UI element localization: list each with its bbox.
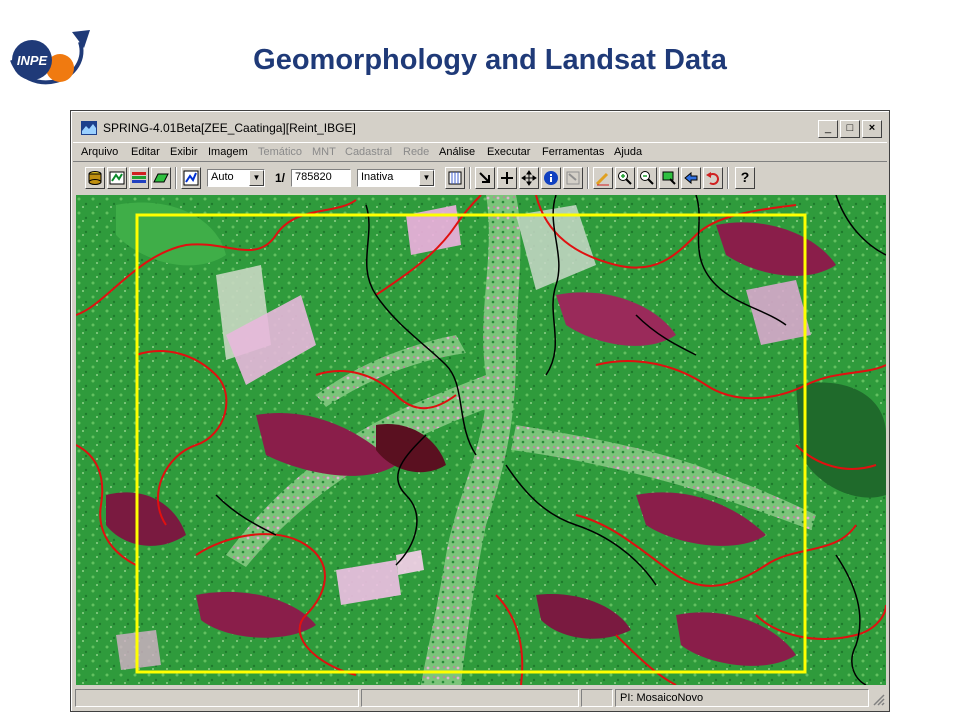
zoom-out-button[interactable] [637,167,657,189]
resize-grip-icon[interactable] [871,691,885,707]
logo-text: INPE [17,53,48,68]
info-icon [544,171,558,185]
crosshair-button[interactable] [497,167,517,189]
cursor-mode-value: Inativa [361,171,394,183]
toolbar-separator [175,167,177,189]
layers-icon [132,172,146,183]
grid-button[interactable] [445,167,465,189]
zoom-out-icon [640,171,654,185]
help-button[interactable]: ? [735,167,755,189]
toolbar: Auto ▼ 1/ 785820 Inativa ▼ ? [73,164,887,194]
crosshair-icon [501,172,513,184]
zoom-in-button[interactable] [615,167,635,189]
status-cell-3 [581,689,613,707]
status-cell-1 [75,689,359,707]
cursor-mode-select[interactable]: Inativa ▼ [357,169,435,187]
database-button[interactable] [85,167,105,189]
menu-bar: Arquivo Editar Exibir Imagem Temático MN… [73,142,887,162]
project-button[interactable] [107,167,127,189]
menu-exibir[interactable]: Exibir [170,146,198,158]
move-icon [521,170,537,186]
menu-editar[interactable]: Editar [131,146,160,158]
status-cell-2 [361,689,579,707]
maximize-button[interactable]: □ [840,120,860,138]
toolbar-separator [727,167,729,189]
cursor-info-button[interactable] [563,167,583,189]
undo-icon [706,172,719,185]
status-plan: PI: MosaicoNovo [615,689,869,707]
select-button[interactable] [475,167,495,189]
undo-button[interactable] [703,167,723,189]
zoom-in-icon [618,171,632,185]
draw-icon [183,170,199,186]
cursor-info-icon [566,171,580,185]
slide-title: Geomorphology and Landsat Data [253,44,727,76]
menu-mnt[interactable]: MNT [312,146,336,158]
minimize-button[interactable]: _ [818,120,838,138]
close-button[interactable]: × [862,120,882,138]
title-bar[interactable]: SPRING-4.01Beta[ZEE_Caatinga][Reint_IBGE… [73,115,887,141]
layers-button[interactable] [129,167,149,189]
arrow-down-right-icon [479,172,490,183]
database-icon [88,171,102,185]
pencil-icon [595,172,609,186]
window-title: SPRING-4.01Beta[ZEE_Caatinga][Reint_IBGE… [103,121,356,135]
inpe-logo: INPE [2,20,102,92]
measure-button[interactable] [593,167,613,189]
zoom-mode-select[interactable]: Auto ▼ [207,169,265,187]
pan-button[interactable] [519,167,539,189]
menu-imagem[interactable]: Imagem [208,146,248,158]
landsat-image [76,195,886,685]
chevron-down-icon[interactable]: ▼ [249,170,264,186]
menu-executar[interactable]: Executar [487,146,530,158]
scale-prefix: 1/ [275,171,286,185]
draw-button[interactable] [181,167,201,189]
grid-icon [448,171,462,185]
zoom-window-button[interactable] [659,167,679,189]
menu-ajuda[interactable]: Ajuda [614,146,642,158]
menu-tematico[interactable]: Temático [258,146,302,158]
menu-analise[interactable]: Análise [439,146,475,158]
info-button[interactable] [541,167,561,189]
plane-icon [153,173,169,183]
scale-input[interactable]: 785820 [291,169,351,187]
app-icon [81,121,97,135]
map-canvas[interactable] [76,195,886,685]
zoom-window-icon [662,171,676,185]
chevron-down-icon[interactable]: ▼ [419,170,434,186]
zoom-mode-value: Auto [211,171,234,183]
menu-arquivo[interactable]: Arquivo [81,146,118,158]
status-bar: PI: MosaicoNovo [73,687,887,709]
toolbar-separator [587,167,589,189]
previous-view-button[interactable] [681,167,701,189]
menu-ferramentas[interactable]: Ferramentas [542,146,604,158]
arrow-left-icon [684,171,698,185]
plane-button[interactable] [151,167,171,189]
project-icon [109,171,125,185]
toolbar-separator [469,167,471,189]
spring-window: SPRING-4.01Beta[ZEE_Caatinga][Reint_IBGE… [70,110,890,712]
menu-cadastral[interactable]: Cadastral [345,146,392,158]
menu-rede[interactable]: Rede [403,146,429,158]
